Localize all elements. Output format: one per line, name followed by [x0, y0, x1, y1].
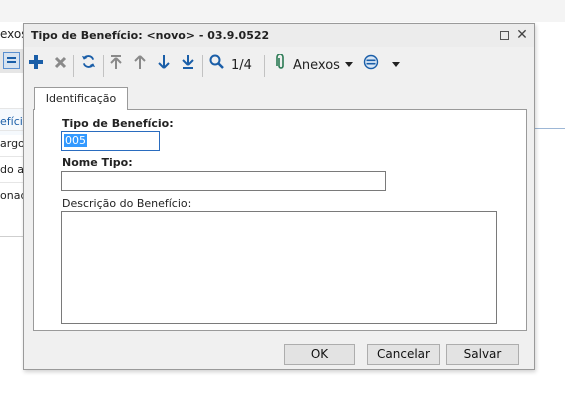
tipo-beneficio-field[interactable]: 005 — [61, 131, 160, 151]
toolbar-separator — [202, 55, 203, 77]
background-tab-anexos[interactable]: exos — [0, 27, 28, 41]
add-icon[interactable] — [26, 54, 46, 76]
toolbar-separator — [103, 55, 104, 77]
next-record-icon[interactable] — [154, 54, 174, 76]
toolbar-separator — [264, 55, 265, 77]
options-icon[interactable] — [361, 54, 381, 76]
dialog-toolbar: 1/4 Anexos — [24, 52, 534, 78]
tab-panel-identificacao: Tipo de Benefício: 005 Nome Tipo: Descri… — [33, 109, 527, 331]
nome-tipo-label: Nome Tipo: — [62, 156, 133, 169]
ok-button[interactable]: OK — [284, 344, 355, 365]
list-item[interactable]: do a — [0, 156, 24, 183]
list-item[interactable]: onado — [0, 182, 24, 209]
first-record-icon[interactable] — [106, 54, 126, 76]
chevron-down-icon[interactable] — [392, 62, 400, 67]
record-position: 1/4 — [231, 58, 252, 73]
refresh-icon[interactable] — [78, 54, 98, 76]
delete-icon[interactable] — [50, 54, 70, 76]
background-list: efício argo do a onado — [0, 108, 24, 237]
descricao-textarea[interactable] — [61, 211, 497, 324]
descricao-label: Descrição do Benefício: — [62, 197, 192, 210]
previous-record-icon[interactable] — [130, 54, 150, 76]
tipo-beneficio-label: Tipo de Benefício: — [62, 117, 174, 130]
list-icon — [3, 52, 20, 69]
paperclip-icon[interactable] — [271, 53, 291, 76]
tab-identificacao[interactable]: Identificação — [34, 87, 128, 110]
cancel-button[interactable]: Cancelar — [367, 344, 440, 365]
search-icon[interactable] — [206, 54, 226, 76]
chevron-down-icon[interactable] — [345, 62, 353, 67]
close-icon[interactable]: ✕ — [514, 27, 530, 43]
maximize-icon[interactable] — [496, 27, 512, 43]
dialog-tipo-beneficio: Tipo de Benefício: <novo> - 03.9.0522 ✕ — [23, 23, 535, 370]
background-topbar — [0, 0, 565, 22]
toolbar-separator — [73, 55, 74, 77]
last-record-icon[interactable] — [178, 54, 198, 76]
dialog-titlebar[interactable]: Tipo de Benefício: <novo> - 03.9.0522 ✕ — [24, 24, 534, 47]
list-item[interactable]: argo — [0, 130, 24, 157]
tipo-beneficio-value: 005 — [64, 134, 87, 147]
nome-tipo-field[interactable] — [61, 171, 386, 191]
save-button[interactable]: Salvar — [446, 344, 519, 365]
dialog-title: Tipo de Benefício: <novo> - 03.9.0522 — [31, 29, 270, 42]
background-toolbar-button[interactable] — [0, 49, 24, 73]
attachments-button[interactable]: Anexos — [293, 58, 340, 73]
